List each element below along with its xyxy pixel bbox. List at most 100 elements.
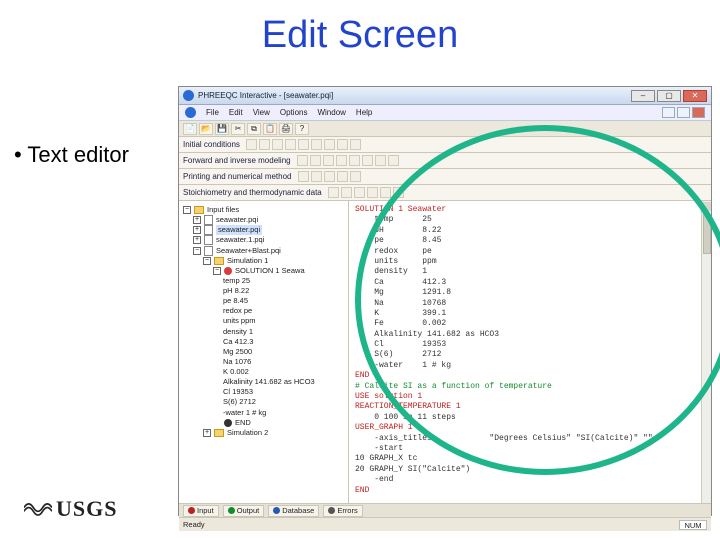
tab-input[interactable]: Input — [183, 505, 219, 517]
editor-line[interactable]: 10 GRAPH_X tc — [355, 454, 705, 464]
tree-prop[interactable]: temp 25 — [223, 276, 346, 286]
tree-item[interactable]: +seawater.pqi — [193, 215, 346, 225]
ribbon-btn[interactable] — [246, 139, 257, 150]
ribbon-btn[interactable] — [324, 171, 335, 182]
editor-line[interactable]: -water 1 # kg — [355, 361, 705, 371]
editor-line[interactable]: REACTION_TEMPERATURE 1 — [355, 402, 705, 412]
tree-prop[interactable]: density 1 — [223, 327, 346, 337]
minus-icon[interactable]: − — [183, 206, 191, 214]
ribbon-btn[interactable] — [272, 139, 283, 150]
editor-line[interactable]: pe 8.45 — [355, 236, 705, 246]
ribbon-btn[interactable] — [323, 155, 334, 166]
tree-prop[interactable]: Na 1076 — [223, 357, 346, 367]
tree-end[interactable]: END — [213, 418, 346, 428]
ribbon-btn[interactable] — [354, 187, 365, 198]
editor-line[interactable]: USE solution 1 — [355, 392, 705, 402]
editor-scrollbar[interactable] — [701, 201, 711, 503]
editor-line[interactable]: S(6) 2712 — [355, 350, 705, 360]
tree-prop[interactable]: pH 8.22 — [223, 286, 346, 296]
editor-line[interactable]: pH 8.22 — [355, 226, 705, 236]
ribbon-btn[interactable] — [311, 171, 322, 182]
editor-line[interactable]: temp 25 — [355, 215, 705, 225]
menu-edit[interactable]: Edit — [229, 108, 243, 117]
plus-icon[interactable]: + — [193, 226, 201, 234]
open-file-icon[interactable]: 📂 — [199, 123, 213, 135]
ribbon-btn[interactable] — [297, 155, 308, 166]
minus-icon[interactable]: − — [203, 257, 211, 265]
ribbon-btn[interactable] — [298, 139, 309, 150]
editor-line[interactable]: SOLUTION 1 Seawater — [355, 205, 705, 215]
cut-icon[interactable]: ✂ — [231, 123, 245, 135]
editor-line[interactable]: redox pe — [355, 247, 705, 257]
new-file-icon[interactable]: 📄 — [183, 123, 197, 135]
close-button[interactable]: ✕ — [683, 90, 707, 102]
editor-line[interactable]: Ca 412.3 — [355, 278, 705, 288]
ribbon-btn[interactable] — [337, 139, 348, 150]
ribbon-btn[interactable] — [259, 139, 270, 150]
tree-prop[interactable]: -water 1 # kg — [223, 408, 346, 418]
scroll-up-icon[interactable] — [702, 202, 711, 211]
ribbon-btn[interactable] — [375, 155, 386, 166]
ribbon-btn[interactable] — [393, 187, 404, 198]
editor-line[interactable]: Na 10768 — [355, 299, 705, 309]
ribbon-btn[interactable] — [362, 155, 373, 166]
editor-line[interactable]: END — [355, 486, 705, 496]
text-editor[interactable]: SOLUTION 1 Seawater temp 25 pH 8.22 pe 8… — [349, 201, 711, 503]
ribbon-btn[interactable] — [285, 139, 296, 150]
minus-icon[interactable]: − — [213, 267, 221, 275]
tree-prop[interactable]: K 0.002 — [223, 367, 346, 377]
maximize-button[interactable]: ▢ — [657, 90, 681, 102]
tree-prop[interactable]: units ppm — [223, 316, 346, 326]
tree-item[interactable]: +seawater.1.pqi — [193, 235, 346, 245]
tree-prop[interactable]: Ca 412.3 — [223, 337, 346, 347]
tree-prop[interactable]: Cl 19353 — [223, 387, 346, 397]
menu-file[interactable]: File — [206, 108, 219, 117]
tree-prop[interactable]: S(6) 2712 — [223, 397, 346, 407]
scroll-thumb[interactable] — [703, 214, 711, 254]
editor-line[interactable]: END — [355, 371, 705, 381]
ribbon-btn[interactable] — [350, 171, 361, 182]
mdi-close-button[interactable] — [692, 107, 705, 118]
editor-line[interactable]: Mg 1291.8 — [355, 288, 705, 298]
ribbon-btn[interactable] — [367, 187, 378, 198]
help-icon[interactable]: ? — [295, 123, 309, 135]
tree-item[interactable]: −Seawater+Blast.pqi — [193, 246, 346, 256]
ribbon-btn[interactable] — [380, 187, 391, 198]
ribbon-btn[interactable] — [311, 139, 322, 150]
editor-line[interactable]: K 399.1 — [355, 309, 705, 319]
menu-view[interactable]: View — [253, 108, 270, 117]
tree-prop[interactable]: Mg 2500 — [223, 347, 346, 357]
editor-line[interactable]: -axis_titles "Degrees Celsius" "SI(Calci… — [355, 434, 705, 444]
ribbon-btn[interactable] — [298, 171, 309, 182]
plus-icon[interactable]: + — [193, 216, 201, 224]
tab-output[interactable]: Output — [223, 505, 265, 517]
editor-line[interactable]: -start — [355, 444, 705, 454]
ribbon-btn[interactable] — [388, 155, 399, 166]
editor-line[interactable]: Fe 0.002 — [355, 319, 705, 329]
tree-sim2[interactable]: +Simulation 2 — [203, 428, 346, 438]
copy-icon[interactable]: ⧉ — [247, 123, 261, 135]
menu-help[interactable]: Help — [356, 108, 372, 117]
minimize-button[interactable]: – — [631, 90, 655, 102]
editor-line[interactable]: -end — [355, 475, 705, 485]
editor-line[interactable]: density 1 — [355, 267, 705, 277]
ribbon-btn[interactable] — [328, 187, 339, 198]
editor-line[interactable]: Cl 19353 — [355, 340, 705, 350]
editor-line[interactable]: # Calcite SI as a function of temperatur… — [355, 382, 705, 392]
menu-options[interactable]: Options — [280, 108, 308, 117]
tree-prop[interactable]: Alkalinity 141.682 as HCO3 — [223, 377, 346, 387]
plus-icon[interactable]: + — [203, 429, 211, 437]
tree-solution[interactable]: −SOLUTION 1 Seawa — [213, 266, 346, 276]
mdi-minimize-button[interactable] — [662, 107, 675, 118]
mdi-restore-button[interactable] — [677, 107, 690, 118]
editor-line[interactable]: units ppm — [355, 257, 705, 267]
ribbon-btn[interactable] — [349, 155, 360, 166]
editor-line[interactable]: 0 100 in 11 steps — [355, 413, 705, 423]
save-icon[interactable]: 💾 — [215, 123, 229, 135]
ribbon-btn[interactable] — [336, 155, 347, 166]
editor-line[interactable]: 20 GRAPH_Y SI("Calcite") — [355, 465, 705, 475]
tab-errors[interactable]: Errors — [323, 505, 362, 517]
ribbon-btn[interactable] — [350, 139, 361, 150]
plus-icon[interactable]: + — [193, 236, 201, 244]
tree-prop[interactable]: pe 8.45 — [223, 296, 346, 306]
